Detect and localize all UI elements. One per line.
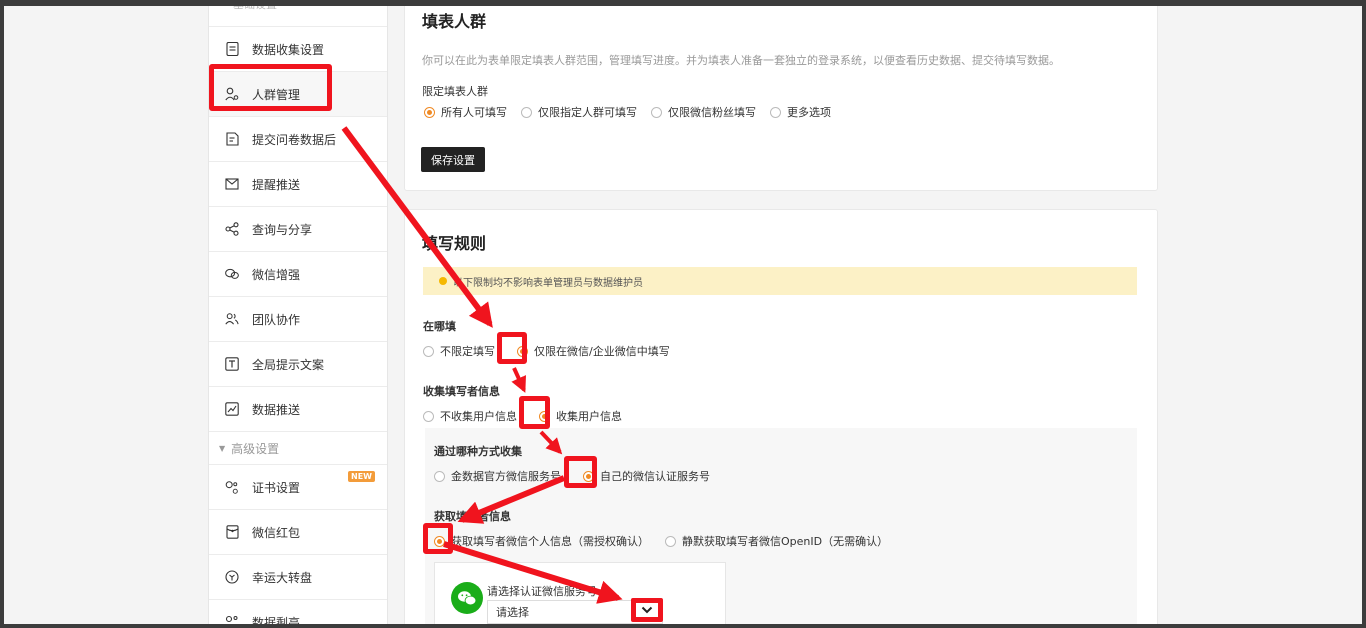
sidebar-item-team[interactable]: 团队协作 (209, 297, 387, 342)
get-info-label: 获取填写者信息 (434, 510, 511, 523)
sidebar-item-label: 团队协作 (252, 312, 301, 327)
get-info-radio-group: 获取填写者微信个人信息（需授权确认） 静默获取填写者微信OpenID（无需确认） (434, 533, 902, 549)
sidebar-item-query-share[interactable]: 查询与分享 (209, 207, 387, 252)
radio-selected[interactable] (424, 106, 435, 118)
sidebar-item-wechat-enhance[interactable]: 微信增强 (209, 252, 387, 297)
sidebar-item-label: 数据剩亮 (252, 615, 301, 625)
radio[interactable] (651, 106, 662, 118)
where-radio-group: 不限定填写 仅限在微信/企业微信中填写 (423, 343, 684, 359)
highlight-box-collect (519, 396, 550, 429)
radio-option-everyone[interactable]: 所有人可填写 (424, 104, 507, 120)
sidebar-item-label: 查询与分享 (252, 222, 313, 237)
highlight-box-sidebar (209, 64, 332, 111)
certificate-icon (225, 480, 239, 494)
sidebar-item-lucky-wheel[interactable]: 幸运大转盘 (209, 555, 387, 600)
radio-option-wechat-fans[interactable]: 仅限微信粉丝填写 (651, 104, 756, 120)
sidebar-item-label: 提醒推送 (252, 177, 301, 192)
radio-option-no-collect[interactable]: 不收集用户信息 (423, 408, 517, 424)
radio-option-own-service[interactable]: 自己的微信认证服务号 (583, 468, 710, 484)
panel-fill-group (404, 6, 1158, 191)
highlight-box-method (564, 456, 597, 488)
sidebar-item-label: 微信增强 (252, 267, 301, 282)
sidebar-item-red-packet[interactable]: 微信红包 (209, 510, 387, 555)
sidebar-item-reminder-push[interactable]: 提醒推送 (209, 162, 387, 207)
sidebar-item-data-push[interactable]: 数据推送 (209, 387, 387, 432)
radio[interactable] (423, 345, 434, 357)
radio-option-collect[interactable]: 收集用户信息 (539, 408, 622, 424)
chart-icon (225, 402, 239, 416)
wechat-icon (225, 267, 239, 281)
sidebar-item-label: 数据推送 (252, 402, 301, 417)
sidebar-item-label: 微信红包 (252, 525, 301, 540)
app-frame: 基础设置 数据收集设置 人群管理 提交问卷数据后 提醒推送 (4, 6, 1362, 624)
sidebar-item-after-submit[interactable]: 提交问卷数据后 (209, 117, 387, 162)
new-badge: NEW (348, 471, 375, 482)
radio-option-more[interactable]: 更多选项 (770, 104, 831, 120)
panel-title-fill-group: 填表人群 (422, 12, 487, 31)
share-icon (225, 222, 239, 236)
radio[interactable] (423, 410, 434, 422)
wechat-logo-icon (451, 582, 483, 614)
sidebar-item-data-extra[interactable]: 数据剩亮 (209, 600, 387, 624)
wheel-icon (225, 570, 239, 584)
radio-option-personal-info[interactable]: 获取填写者微信个人信息（需授权确认） (434, 533, 649, 549)
sidebar-item-label: 数据收集设置 (252, 42, 325, 57)
select-value: 请选择 (496, 606, 529, 619)
chevron-down-icon[interactable] (631, 598, 663, 622)
limit-group-label: 限定填表人群 (422, 85, 488, 98)
sidebar-group-label: 高级设置 (231, 441, 280, 456)
sidebar-item-global-tips[interactable]: 全局提示文案 (209, 342, 387, 387)
file-edit-icon (225, 132, 239, 146)
sidebar-group-basic: 基础设置 (209, 6, 387, 27)
radio[interactable] (770, 106, 781, 118)
collect-info-label: 收集填写者信息 (423, 385, 500, 398)
wechat-select-label: 请选择认证微信服务号 (487, 585, 597, 598)
radio[interactable] (521, 106, 532, 118)
panel-title-fill-rules: 填写规则 (422, 234, 487, 253)
sidebar-item-label: 全局提示文案 (252, 357, 325, 372)
save-settings-button[interactable]: 保存设置 (421, 147, 485, 172)
data-icon (225, 615, 239, 624)
text-icon (225, 357, 239, 371)
radio[interactable] (665, 535, 676, 547)
sidebar-item-label: 证书设置 (252, 480, 301, 495)
team-icon (225, 312, 239, 326)
highlight-box-where (497, 332, 527, 364)
radio-option-silent-openid[interactable]: 静默获取填写者微信OpenID（无需确认） (665, 533, 888, 549)
radio-option-wechat-only[interactable]: 仅限在微信/企业微信中填写 (517, 343, 670, 359)
radio[interactable] (434, 470, 445, 482)
sidebar-item-certificate[interactable]: 证书设置 NEW (209, 465, 387, 510)
sidebar-item-label: 提交问卷数据后 (252, 132, 337, 147)
caret-down-icon: ▼ (219, 443, 226, 453)
send-icon (225, 177, 239, 191)
radio-option-specified-group[interactable]: 仅限指定人群可填写 (521, 104, 637, 120)
limit-group-radio-group: 所有人可填写 仅限指定人群可填写 仅限微信粉丝填写 更多选项 (424, 104, 845, 120)
sidebar-item-label: 幸运大转盘 (252, 570, 313, 585)
method-label: 通过哪种方式收集 (434, 445, 522, 458)
radio-option-unlimited[interactable]: 不限定填写 (423, 343, 495, 359)
panel-description: 你可以在此为表单限定填表人群范围，管理填写进度。并为填表人准备一套独立的登录系统… (422, 54, 1060, 67)
sidebar-group-advanced[interactable]: ▼ 高级设置 (209, 432, 387, 465)
highlight-box-get-info (423, 523, 453, 554)
radio-option-official-service[interactable]: 金数据官方微信服务号 (434, 468, 561, 484)
warning-icon (439, 277, 447, 285)
red-packet-icon (225, 525, 239, 539)
document-icon (225, 42, 239, 56)
notice-banner: 以下限制均不影响表单管理员与数据维护员 (423, 267, 1137, 295)
where-label: 在哪填 (423, 320, 456, 333)
